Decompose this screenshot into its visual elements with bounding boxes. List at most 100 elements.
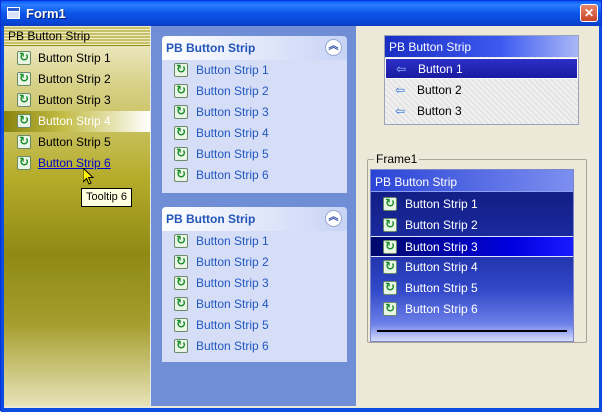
frame1-strip-item-label: Button Strip 6 — [405, 302, 478, 316]
arrow-left-icon: ⇦ — [395, 104, 406, 118]
panel-item-label: Button Strip 1 — [196, 63, 269, 77]
refresh-icon — [174, 317, 188, 332]
refresh-icon — [383, 217, 397, 232]
grey-strip-button-label: Button 3 — [417, 104, 462, 118]
frame1-strip-item-1[interactable]: Button Strip 1 — [371, 194, 573, 215]
refresh-icon — [383, 259, 397, 274]
panel-1-item-6[interactable]: Button Strip 6 — [162, 165, 347, 186]
olive-strip-item-label: Button Strip 3 — [38, 93, 111, 107]
refresh-icon — [174, 296, 188, 311]
olive-strip-header[interactable]: PB Button Strip — [4, 26, 150, 46]
window-border-bottom — [1, 408, 602, 412]
refresh-icon — [174, 167, 188, 182]
button-strip-panel-1: PB Button Strip ︽ Button Strip 1 Button … — [162, 36, 347, 193]
grey-strip-button-label: Button 1 — [418, 62, 463, 76]
olive-strip-item-label: Button Strip 1 — [38, 51, 111, 65]
refresh-icon — [174, 104, 188, 119]
refresh-icon — [17, 113, 31, 128]
refresh-icon — [383, 196, 397, 211]
refresh-icon — [17, 71, 31, 86]
grey-strip-button-3[interactable]: ⇦ Button 3 — [385, 101, 578, 122]
olive-strip-item-2[interactable]: Button Strip 2 — [4, 69, 150, 90]
arrow-left-icon: ⇦ — [396, 62, 407, 76]
olive-strip-item-5[interactable]: Button Strip 5 — [4, 132, 150, 153]
olive-strip-item-6[interactable]: Button Strip 6 — [4, 153, 150, 174]
panel-item-label: Button Strip 5 — [196, 318, 269, 332]
panel-1-title: PB Button Strip — [166, 41, 256, 55]
panel-item-label: Button Strip 4 — [196, 297, 269, 311]
frame1-strip-item-label: Button Strip 2 — [405, 218, 478, 232]
olive-strip-item-4[interactable]: Button Strip 4 — [4, 111, 150, 132]
panel-item-label: Button Strip 2 — [196, 84, 269, 98]
frame1-strip-item-label: Button Strip 4 — [405, 260, 478, 274]
olive-button-strip: PB Button Strip Button Strip 1 Button St… — [4, 26, 150, 406]
olive-strip-item-3[interactable]: Button Strip 3 — [4, 90, 150, 111]
frame1-strip-item-4[interactable]: Button Strip 4 — [371, 257, 573, 278]
frame1-strip-item-3[interactable]: Button Strip 3 — [371, 236, 573, 257]
refresh-icon — [174, 233, 188, 248]
panel-2-item-4[interactable]: Button Strip 4 — [162, 294, 347, 315]
refresh-icon — [174, 146, 188, 161]
refresh-icon — [174, 338, 188, 353]
mouse-pointer-icon — [83, 168, 95, 185]
panel-1-item-1[interactable]: Button Strip 1 — [162, 60, 347, 81]
panel-item-label: Button Strip 6 — [196, 339, 269, 353]
window-icon — [7, 7, 20, 19]
grey-strip-title: PB Button Strip — [389, 40, 472, 54]
refresh-icon — [174, 62, 188, 77]
tooltip: Tooltip 6 — [81, 188, 132, 207]
frame1-strip-item-2[interactable]: Button Strip 2 — [371, 215, 573, 236]
grey-button-strip: PB Button Strip ⇦ Button 1 ⇦ Button 2 ⇦ … — [384, 35, 579, 125]
arrow-left-icon: ⇦ — [395, 83, 406, 97]
refresh-icon — [383, 280, 397, 295]
grey-strip-body: ⇦ Button 1 ⇦ Button 2 ⇦ Button 3 — [385, 57, 578, 124]
double-chevron-up-icon[interactable]: ︽ — [325, 210, 342, 227]
refresh-icon — [174, 125, 188, 140]
olive-strip-item-label: Button Strip 6 — [38, 156, 111, 170]
panel-2-item-1[interactable]: Button Strip 1 — [162, 231, 347, 252]
panel-1-item-2[interactable]: Button Strip 2 — [162, 81, 347, 102]
frame1-strip-item-5[interactable]: Button Strip 5 — [371, 278, 573, 299]
olive-strip-item-1[interactable]: Button Strip 1 — [4, 48, 150, 69]
title-bar[interactable]: Form1 ✕ — [1, 1, 601, 26]
frame1-strip-item-label: Button Strip 1 — [405, 197, 478, 211]
grey-strip-button-label: Button 2 — [417, 83, 462, 97]
close-button[interactable]: ✕ — [580, 4, 598, 22]
refresh-icon — [174, 275, 188, 290]
panel-2-item-3[interactable]: Button Strip 3 — [162, 273, 347, 294]
double-chevron-up-icon[interactable]: ︽ — [325, 39, 342, 56]
frame1-strip-title: PB Button Strip — [375, 175, 458, 189]
panel-2-header[interactable]: PB Button Strip ︽ — [162, 207, 347, 231]
panel-2-item-2[interactable]: Button Strip 2 — [162, 252, 347, 273]
olive-strip-item-label: Button Strip 5 — [38, 135, 111, 149]
panel-item-label: Button Strip 4 — [196, 126, 269, 140]
panel-2-title: PB Button Strip — [166, 212, 256, 226]
panel-item-label: Button Strip 1 — [196, 234, 269, 248]
refresh-icon — [17, 50, 31, 65]
grey-strip-header[interactable]: PB Button Strip — [385, 36, 578, 57]
refresh-icon — [383, 239, 397, 254]
panel-1-item-3[interactable]: Button Strip 3 — [162, 102, 347, 123]
panel-item-label: Button Strip 3 — [196, 105, 269, 119]
frame1-strip-item-6[interactable]: Button Strip 6 — [371, 299, 573, 320]
panel-1-header[interactable]: PB Button Strip ︽ — [162, 36, 347, 60]
refresh-icon — [17, 92, 31, 107]
grey-strip-button-2[interactable]: ⇦ Button 2 — [385, 80, 578, 101]
panel-column: PB Button Strip ︽ Button Strip 1 Button … — [150, 26, 356, 406]
refresh-icon — [174, 83, 188, 98]
window-title: Form1 — [26, 6, 66, 21]
refresh-icon — [174, 254, 188, 269]
button-strip-panel-2: PB Button Strip ︽ Button Strip 1 Button … — [162, 207, 347, 362]
frame1-strip-header[interactable]: PB Button Strip — [371, 170, 573, 192]
refresh-icon — [17, 155, 31, 170]
panel-2-item-6[interactable]: Button Strip 6 — [162, 336, 347, 357]
frame1-button-strip: PB Button Strip Button Strip 1 Button St… — [370, 169, 574, 342]
panel-item-label: Button Strip 3 — [196, 276, 269, 290]
panel-1-item-4[interactable]: Button Strip 4 — [162, 123, 347, 144]
refresh-icon — [17, 134, 31, 149]
panel-item-label: Button Strip 6 — [196, 168, 269, 182]
panel-1-item-5[interactable]: Button Strip 5 — [162, 144, 347, 165]
grey-strip-button-1[interactable]: ⇦ Button 1 — [385, 58, 578, 79]
refresh-icon — [383, 301, 397, 316]
panel-2-item-5[interactable]: Button Strip 5 — [162, 315, 347, 336]
